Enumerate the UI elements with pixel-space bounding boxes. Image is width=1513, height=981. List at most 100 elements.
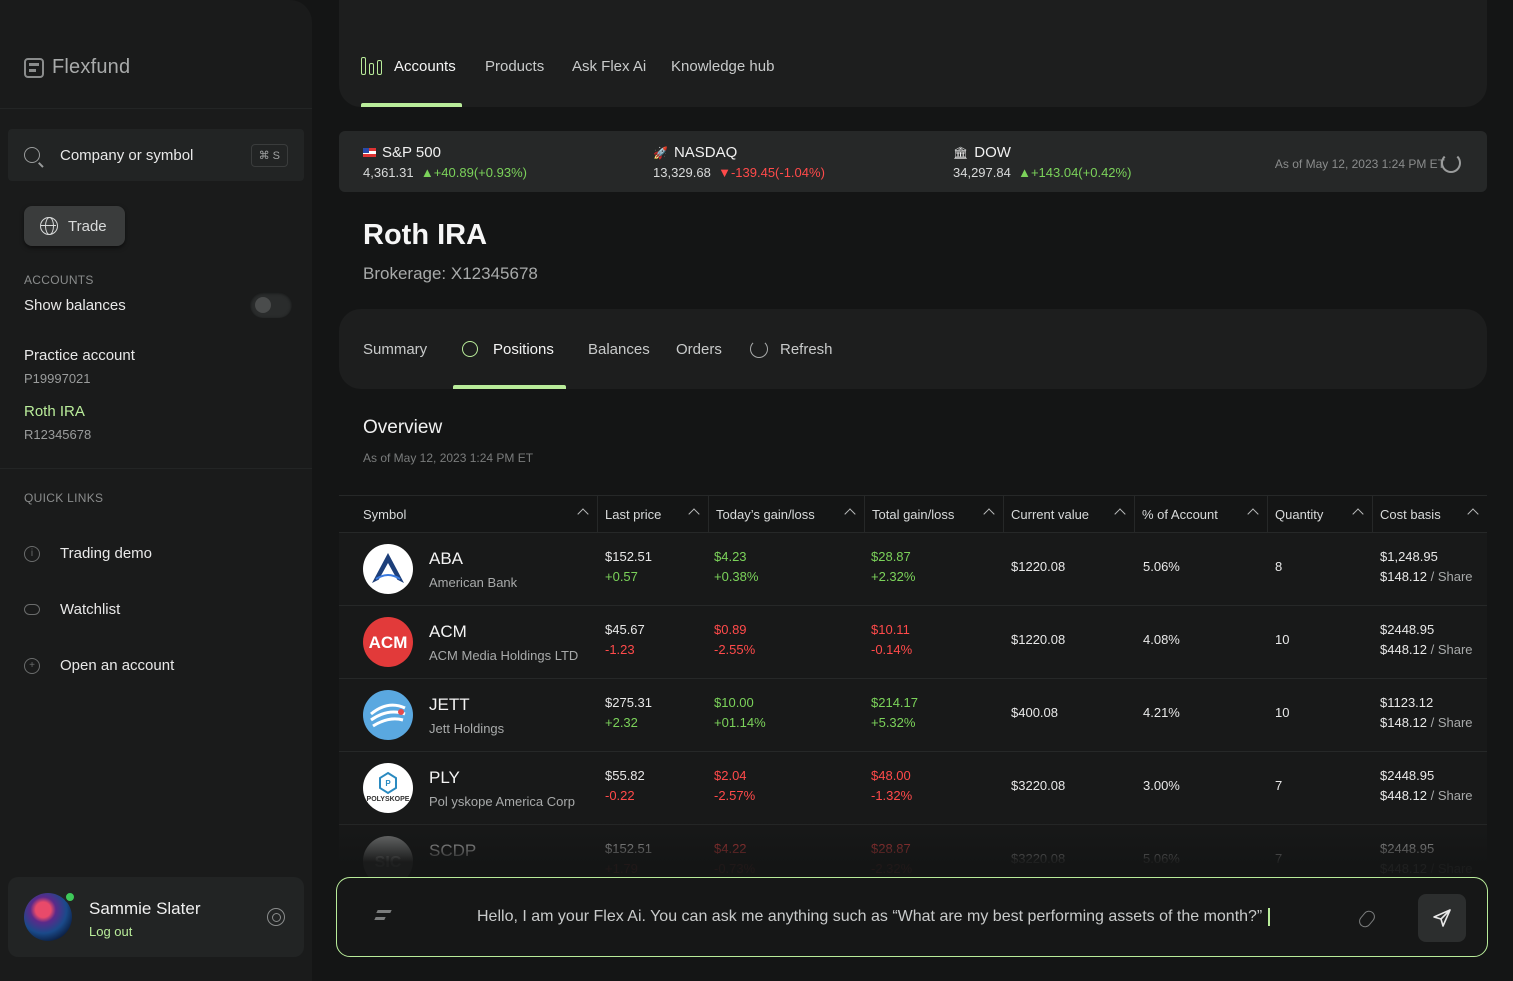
column-header-quantity[interactable]: Quantity: [1267, 496, 1372, 533]
ticker-dow[interactable]: 🏛 DOW 34,297.84 ▲+143.04(+0.42%): [953, 144, 1131, 180]
trade-button[interactable]: Trade: [24, 206, 125, 246]
last-price-cell: $45.67 -1.23: [605, 622, 645, 657]
eye-icon: [24, 604, 40, 615]
column-header-last-price[interactable]: Last price: [597, 496, 708, 533]
column-header-pct-account[interactable]: % of Account: [1134, 496, 1267, 533]
show-balances-toggle[interactable]: [250, 292, 292, 318]
svg-text:SIC: SIC: [375, 854, 402, 871]
column-header-symbol[interactable]: Symbol: [339, 496, 597, 533]
plus-circle-icon: +: [24, 657, 40, 674]
tab-summary[interactable]: Summary: [363, 341, 427, 358]
logout-link[interactable]: Log out: [89, 924, 132, 939]
quick-link-trading-demo[interactable]: i Trading demo: [24, 545, 152, 562]
nav-knowledge-hub[interactable]: Knowledge hub: [671, 58, 774, 75]
column-header-todays-gain[interactable]: Today’s gain/loss: [708, 496, 864, 533]
quick-links-heading: QUICK LINKS: [24, 491, 104, 505]
cost-basis-cell: $2448.95 $448.12 / Share: [1380, 841, 1473, 876]
table-row[interactable]: ACM ACM ACM Media Holdings LTD $45.67 -1.…: [339, 606, 1487, 679]
account-item-roth-ira[interactable]: Roth IRA: [24, 403, 85, 420]
online-status-dot: [64, 891, 76, 903]
pct-account-cell: 5.06%: [1143, 559, 1180, 574]
table-row[interactable]: ABA American Bank $152.51 +0.57 $4.23 +0.3…: [339, 533, 1487, 606]
profile-name: Sammie Slater: [89, 899, 201, 918]
ticker-value: 13,329.68: [653, 165, 711, 180]
pct-account-cell: 4.08%: [1143, 632, 1180, 647]
account-item-practice[interactable]: Practice account: [24, 347, 135, 364]
trade-button-label: Trade: [68, 217, 107, 235]
overview-timestamp: As of May 12, 2023 1:24 PM ET: [363, 451, 534, 465]
ticker-name: S&P 500: [382, 144, 441, 161]
quick-link-watchlist[interactable]: Watchlist: [24, 601, 120, 618]
brand-logo[interactable]: Flexfund: [24, 56, 130, 79]
search-input[interactable]: Company or symbol: [60, 147, 251, 164]
refresh-icon[interactable]: [1441, 153, 1461, 173]
table-header: Symbol Last price Today’s gain/loss Tota…: [339, 495, 1487, 533]
brand-name: Flexfund: [52, 56, 131, 78]
chat-input[interactable]: Hello, I am your Flex Ai. You can ask me…: [477, 908, 1271, 926]
send-button[interactable]: [1418, 894, 1466, 942]
search-box[interactable]: Company or symbol ⌘ S: [8, 129, 304, 181]
svg-text:P: P: [385, 779, 391, 788]
column-header-current-value[interactable]: Current value: [1003, 496, 1134, 533]
polyskope-logo-icon: P POLYSKOPE: [363, 763, 413, 813]
symbol-ticker: ABA: [429, 549, 464, 568]
table-row[interactable]: JETT Jett Holdings $275.31 +2.32 $10.00 +0…: [339, 679, 1487, 752]
nav-products[interactable]: Products: [485, 58, 544, 75]
current-value-cell: $1220.08: [1011, 632, 1066, 647]
quick-link-open-account[interactable]: + Open an account: [24, 657, 174, 674]
text-cursor: [1268, 908, 1271, 926]
paperclip-icon[interactable]: [1356, 908, 1378, 930]
ticker-sp500[interactable]: S&P 500 4,361.31 ▲+40.89(+0.93%): [363, 144, 527, 180]
pie-chart-icon: [462, 341, 478, 357]
american-bank-logo-icon: [363, 544, 413, 594]
tab-balances[interactable]: Balances: [588, 341, 650, 358]
symbol-company: American Bank: [429, 575, 518, 590]
page-title: Roth IRA: [363, 219, 488, 251]
nav-ask-flex-ai[interactable]: Ask Flex Ai: [572, 58, 646, 75]
ticker-nasdaq[interactable]: 🚀 NASDAQ 13,329.68 ▼-139.45(-1.04%): [653, 144, 825, 180]
column-header-cost-basis[interactable]: Cost basis: [1372, 496, 1487, 533]
globe-icon: [40, 217, 58, 235]
flex-ai-logo-icon: [375, 908, 391, 926]
chevron-up-icon: [577, 508, 589, 520]
pct-account-cell: 4.21%: [1143, 705, 1180, 720]
ticker-change: +40.89(+0.93%): [433, 165, 527, 180]
table-row[interactable]: P POLYSKOPE PLY Pol yskope America Corp $…: [339, 752, 1487, 825]
todays-gain-cell: $0.89 -2.55%: [714, 622, 756, 657]
profile-card: Sammie Slater Log out: [8, 877, 304, 957]
ticker-value: 4,361.31: [363, 165, 414, 180]
us-flag-icon: [363, 148, 376, 157]
chevron-up-icon: [1467, 508, 1479, 520]
todays-gain-cell: $10.00 +01.14%: [714, 695, 766, 730]
tab-positions[interactable]: Positions: [493, 341, 554, 358]
symbol-company: ACM Media Holdings LTD: [429, 648, 579, 663]
positions-table: Symbol Last price Today’s gain/loss Tota…: [339, 495, 1487, 898]
gear-icon[interactable]: [267, 908, 285, 926]
bank-icon: 🏛: [953, 145, 969, 160]
overview-title: Overview: [363, 417, 443, 438]
search-icon: [24, 147, 40, 163]
nav-accounts[interactable]: Accounts: [394, 58, 456, 75]
chevron-up-icon: [688, 508, 700, 520]
nav-active-indicator: [361, 103, 462, 107]
market-ticker: S&P 500 4,361.31 ▲+40.89(+0.93%) 🚀 NASDAQ…: [339, 131, 1487, 192]
svg-text:POLYSKOPE: POLYSKOPE: [367, 796, 410, 803]
column-header-total-gain[interactable]: Total gain/loss: [864, 496, 1003, 533]
quick-link-label: Open an account: [60, 657, 175, 674]
quantity-cell: 8: [1275, 559, 1283, 574]
symbol-company: Pol yskope America Corp: [429, 794, 575, 809]
tab-refresh[interactable]: Refresh: [780, 341, 833, 358]
todays-gain-cell: $2.04 -2.57%: [714, 768, 756, 803]
show-balances-label: Show balances: [24, 297, 126, 314]
tab-orders[interactable]: Orders: [676, 341, 722, 358]
chart-bars-icon: [361, 57, 382, 75]
ticker-name: DOW: [974, 144, 1011, 161]
triangle-up-icon: ▲: [420, 165, 434, 180]
symbol-ticker: PLY: [429, 768, 460, 787]
flex-ai-chat-bar: Hello, I am your Flex Ai. You can ask me…: [336, 877, 1488, 957]
symbol-ticker: SCDP: [429, 841, 477, 860]
cost-basis-cell: $1123.12 $148.12 / Share: [1380, 695, 1473, 730]
triangle-up-icon: ▲: [1018, 165, 1031, 180]
quick-link-label: Watchlist: [60, 601, 121, 618]
last-price-cell: $55.82 -0.22: [605, 768, 645, 803]
